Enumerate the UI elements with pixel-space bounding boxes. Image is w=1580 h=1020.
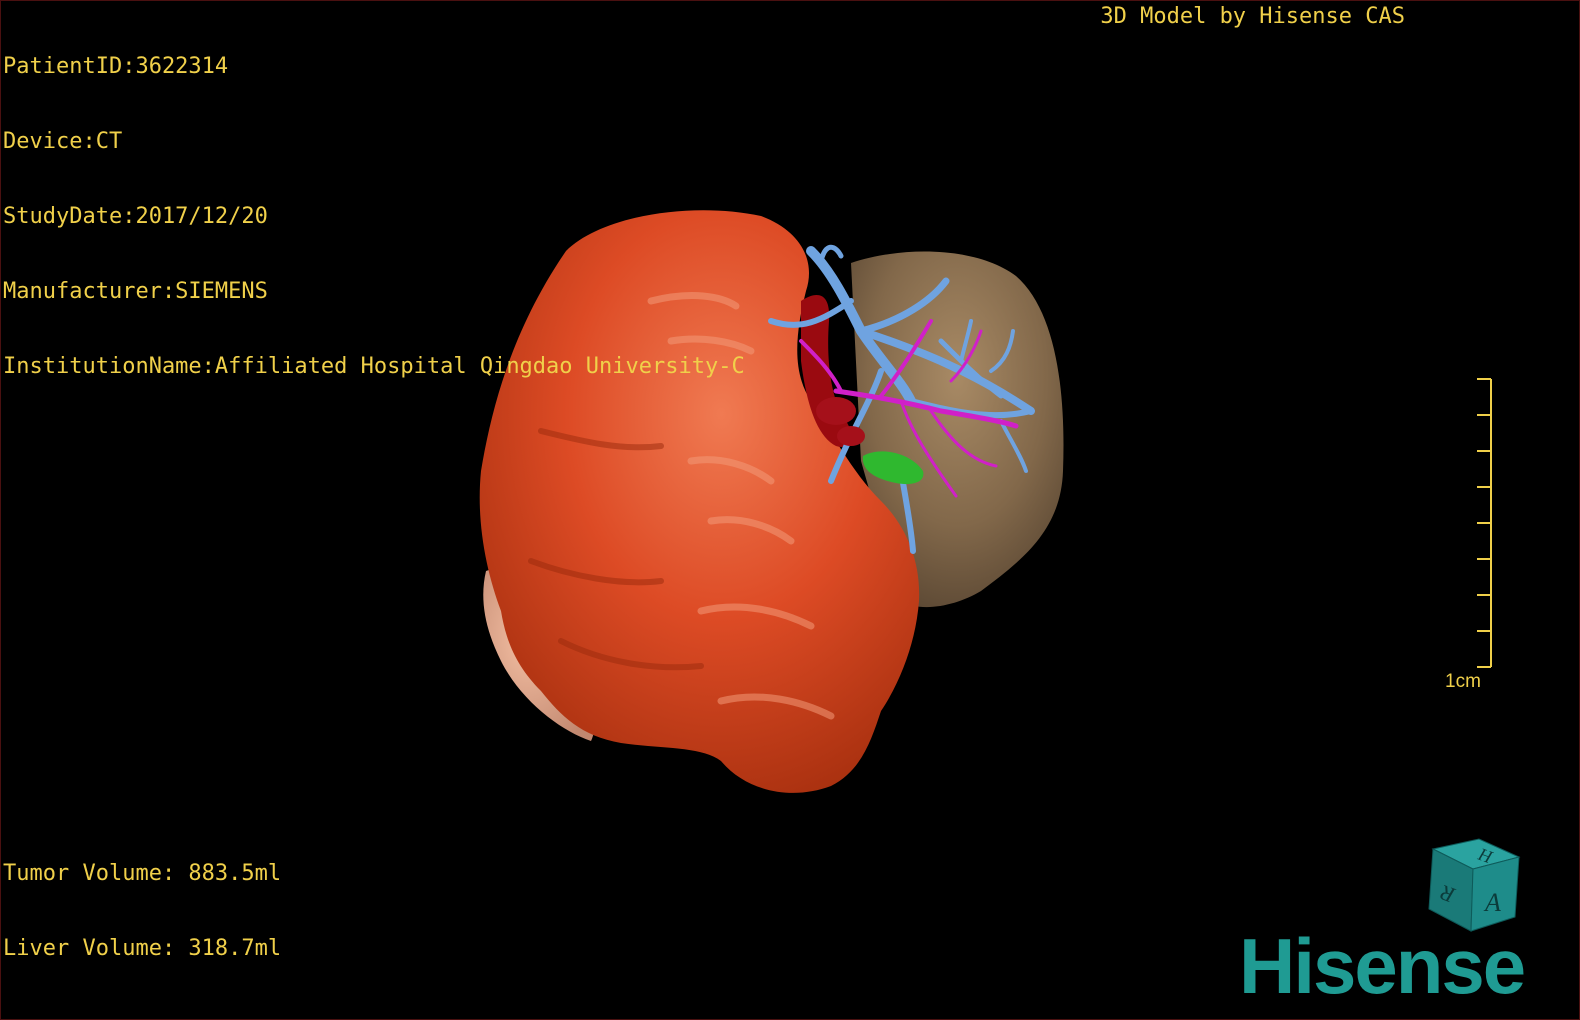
model-credit: 3D Model by Hisense CAS: [1100, 4, 1405, 29]
scale-bar-label: 1cm: [1445, 671, 1481, 692]
study-date: StudyDate:2017/12/20: [3, 204, 268, 229]
cube-front-letter: A: [1483, 888, 1501, 917]
hisense-logo: Hisense: [1239, 922, 1526, 1010]
device: Device:CT: [3, 129, 123, 154]
scale-bar: [1477, 378, 1492, 668]
patient-id: PatientID:3622314: [3, 54, 229, 79]
3d-viewport[interactable]: PatientID:3622314 Device:CT StudyDate:20…: [0, 0, 1580, 1020]
tumor-volume: Tumor Volume: 883.5ml: [3, 861, 282, 886]
manufacturer: Manufacturer:SIEMENS: [3, 279, 268, 304]
patient-info-block: PatientID:3622314 Device:CT StudyDate:20…: [3, 4, 745, 429]
institution-name: InstitutionName:Affiliated Hospital Qing…: [3, 354, 745, 379]
volume-readout: Tumor Volume: 883.5ml Liver Volume: 318.…: [3, 811, 281, 1011]
liver-volume: Liver Volume: 318.7ml: [3, 936, 282, 961]
